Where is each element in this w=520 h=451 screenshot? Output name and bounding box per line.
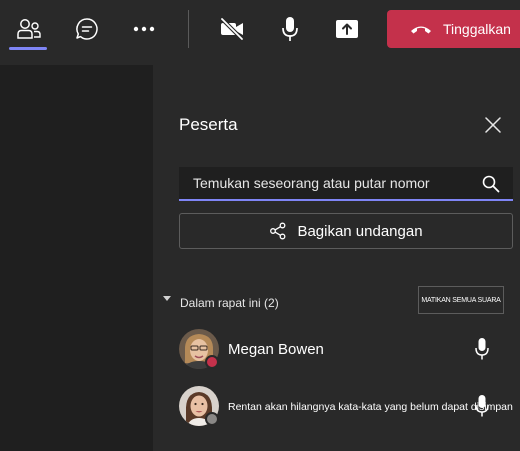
search-box bbox=[179, 167, 513, 201]
microphone-icon bbox=[282, 17, 298, 41]
share-content-button[interactable] bbox=[325, 10, 369, 48]
more-actions-button[interactable] bbox=[122, 10, 166, 48]
busy-status-icon bbox=[205, 355, 219, 369]
participant-row[interactable]: Megan Bowen bbox=[153, 329, 520, 373]
active-tab-indicator bbox=[9, 47, 47, 50]
microphone-toggle-button[interactable] bbox=[268, 10, 312, 48]
microphone-icon[interactable] bbox=[474, 337, 490, 361]
share-tray-icon bbox=[336, 20, 358, 38]
search-icon[interactable] bbox=[481, 174, 501, 194]
meeting-toolbar: Tinggalkan bbox=[0, 0, 520, 65]
chat-icon bbox=[76, 18, 98, 40]
camera-toggle-button[interactable] bbox=[210, 10, 254, 48]
mute-all-button[interactable]: MATIKAN SEMUA SUARA bbox=[418, 286, 504, 314]
meeting-stage bbox=[0, 65, 153, 451]
microphone-icon[interactable] bbox=[474, 394, 490, 418]
search-input[interactable] bbox=[193, 172, 473, 194]
chat-button[interactable] bbox=[65, 10, 109, 48]
participants-button[interactable] bbox=[7, 10, 51, 48]
leave-button[interactable]: Tinggalkan bbox=[387, 10, 520, 48]
participants-panel: Peserta Bagikan undangan Dalam rapat ini… bbox=[153, 65, 520, 451]
toolbar-divider bbox=[188, 10, 189, 48]
people-icon bbox=[17, 19, 41, 39]
share-invite-button[interactable]: Bagikan undangan bbox=[179, 213, 513, 249]
participant-row[interactable]: Rentan akan hilangnya kata-kata yang bel… bbox=[153, 386, 520, 430]
share-invite-label: Bagikan undangan bbox=[297, 222, 423, 240]
participant-name: Rentan akan hilangnya kata-kata yang bel… bbox=[228, 401, 513, 413]
close-panel-button[interactable] bbox=[481, 113, 505, 137]
in-meeting-section-label: Dalam rapat ini (2) bbox=[180, 296, 279, 310]
offline-status-icon bbox=[205, 412, 219, 426]
collapse-section-icon[interactable] bbox=[163, 296, 171, 301]
participant-name: Megan Bowen bbox=[228, 341, 324, 358]
mute-all-label: MATIKAN SEMUA SUARA bbox=[421, 296, 501, 304]
share-icon bbox=[270, 222, 286, 240]
panel-title: Peserta bbox=[179, 115, 238, 134]
close-icon bbox=[485, 117, 501, 133]
more-icon bbox=[133, 26, 155, 32]
leave-label: Tinggalkan bbox=[443, 21, 511, 37]
camera-off-icon bbox=[220, 17, 244, 41]
hang-up-icon bbox=[411, 26, 431, 34]
